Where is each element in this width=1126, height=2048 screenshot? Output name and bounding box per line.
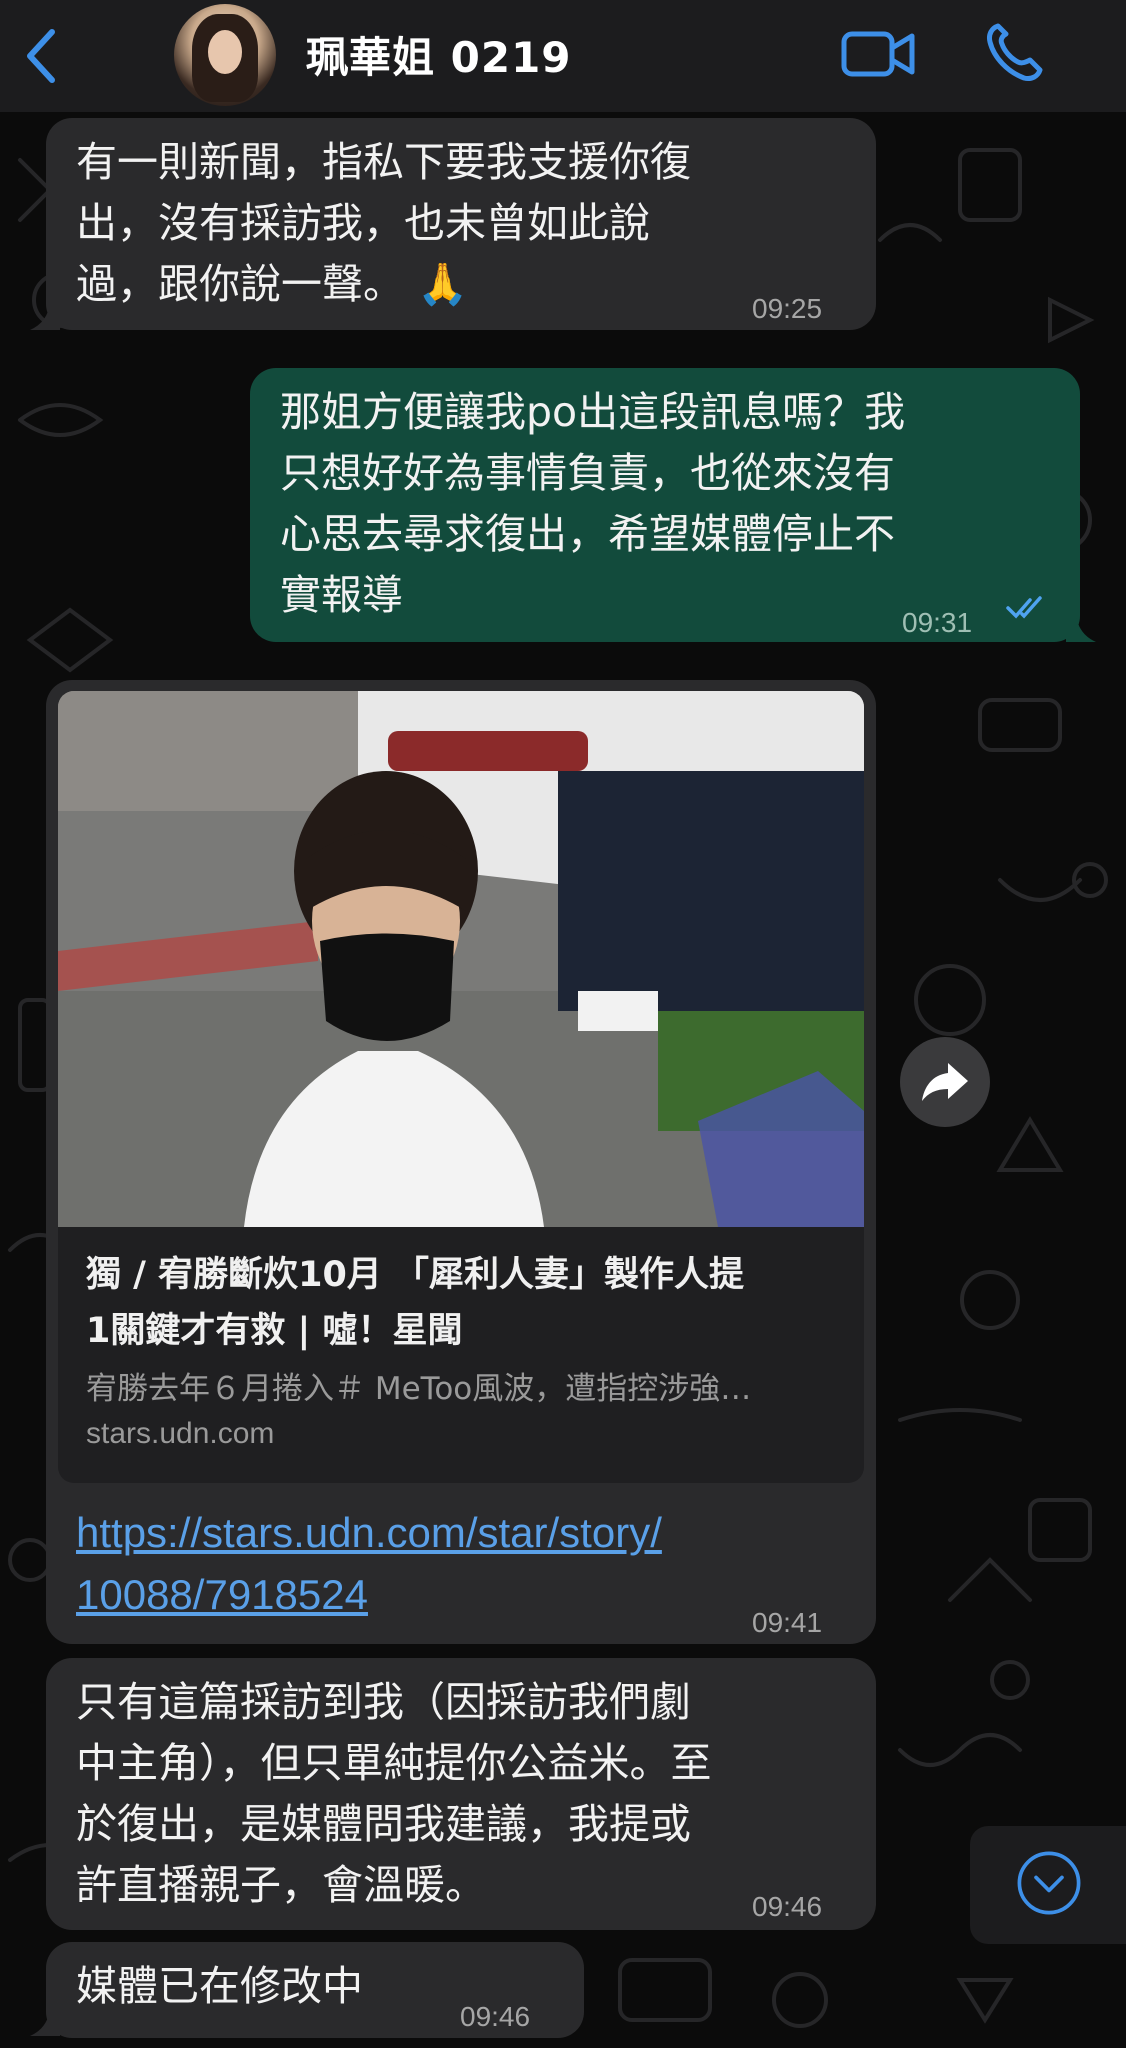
link-preview-domain: stars.udn.com — [86, 1417, 275, 1450]
contact-avatar[interactable] — [174, 4, 276, 106]
message-time: 09:25 — [752, 293, 823, 324]
message-text: 只有這篇採訪到我（因採訪我們劇 中主角），但只單純提你公益米。至 於復出，是媒體… — [76, 1678, 712, 1909]
bubble-tail — [1066, 614, 1096, 642]
forward-button[interactable] — [900, 1037, 990, 1127]
message-text: 有一則新聞，指私下要我支援你復 出，沒有採訪我，也未曾如此說 過，跟你說一聲。 … — [76, 138, 691, 308]
message-bubble-incoming[interactable]: 只有這篇採訪到我（因採訪我們劇 中主角），但只單純提你公益米。至 於復出，是媒體… — [46, 1658, 876, 1930]
message-bubble-outgoing[interactable]: 那姐方便讓我po出這段訊息嗎？我 只想好好為事情負責，也從來沒有 心思去尋求復出… — [250, 368, 1080, 642]
forward-arrow-icon — [922, 1063, 968, 1101]
message-text: 那姐方便讓我po出這段訊息嗎？我 只想好好為事情負責，也從來沒有 心思去尋求復出… — [280, 388, 906, 619]
read-receipt-icon — [1006, 596, 1042, 619]
chevron-down-circle-icon — [1017, 1851, 1081, 1915]
message-time: 09:46 — [752, 1891, 823, 1922]
bubble-tail — [30, 302, 60, 330]
message-time: 09:41 — [752, 1607, 823, 1638]
link-preview-description: 宥勝去年６月捲入＃ MeToo風波，遭指控涉強… — [86, 1371, 752, 1407]
scroll-to-bottom-button[interactable] — [970, 1826, 1126, 1944]
preview-photo — [58, 691, 864, 1227]
link-preview-card[interactable]: 獨 / 宥勝斷炊10月 「犀利人妻」製作人提 1關鍵才有救 | 噓！星聞 宥勝去… — [58, 691, 864, 1483]
link-preview-image — [58, 691, 864, 1227]
link-preview-title: 獨 / 宥勝斷炊10月 「犀利人妻」製作人提 1關鍵才有救 | 噓！星聞 — [86, 1255, 745, 1351]
video-camera-icon[interactable] — [840, 26, 916, 82]
message-text: 媒體已在修改中 — [76, 1962, 363, 2010]
bubble-tail — [30, 2008, 60, 2036]
message-bubble-incoming[interactable]: 媒體已在修改中 09:46 — [46, 1942, 584, 2038]
phone-icon[interactable] — [984, 20, 1044, 84]
chat-header: 珮華姐 0219 — [0, 0, 1126, 112]
contact-name[interactable]: 珮華姐 0219 — [306, 24, 572, 85]
message-bubble-incoming[interactable]: 有一則新聞，指私下要我支援你復 出，沒有採訪我，也未曾如此說 過，跟你說一聲。 … — [46, 118, 876, 330]
link-url[interactable]: https://stars.udn.com/star/story/ 10088/… — [76, 1502, 662, 1626]
message-time: 09:46 — [460, 2001, 531, 2032]
chevron-left-icon[interactable] — [22, 26, 62, 86]
message-time: 09:31 — [902, 607, 973, 638]
avatar-face — [208, 30, 242, 74]
